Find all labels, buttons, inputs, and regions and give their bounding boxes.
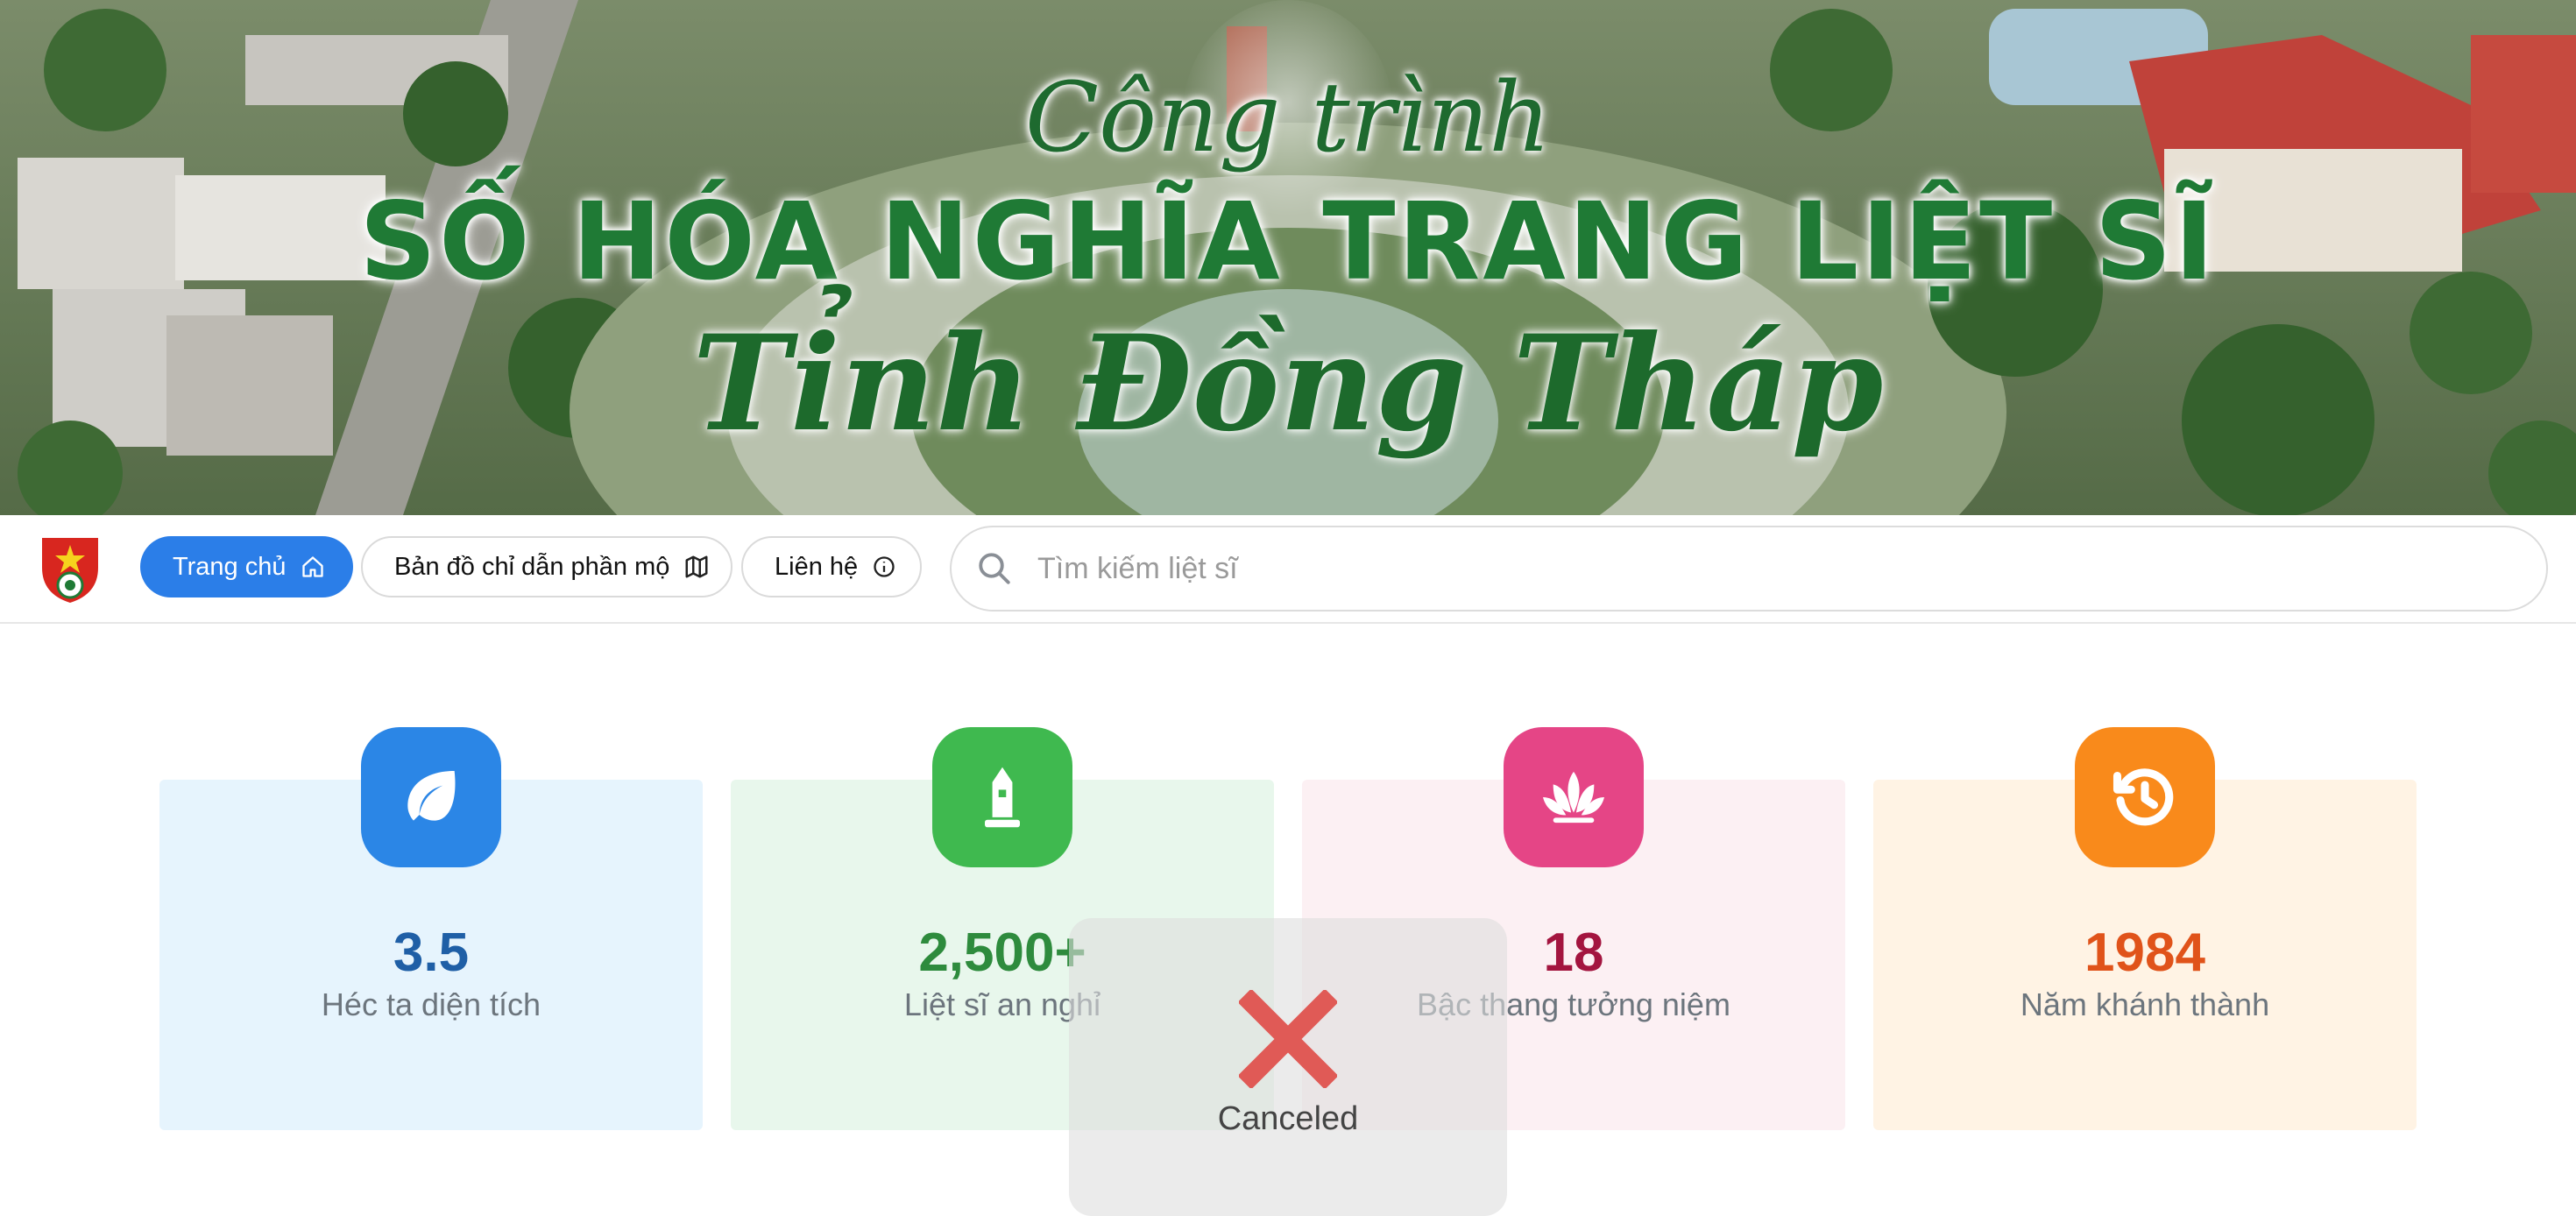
nav-contact-label: Liên hệ: [775, 552, 859, 581]
navbar: Trang chủ Bản đồ chỉ dẫn phần mộ Liên hệ: [0, 515, 2576, 624]
lotus-icon: [1504, 727, 1644, 867]
banner-title: SỐ HÓA NGHĨA TRANG LIỆT SĨ: [359, 180, 2217, 304]
search-icon: [976, 550, 1013, 587]
nav-map-button[interactable]: Bản đồ chỉ dẫn phần mộ: [361, 536, 732, 597]
info-icon: [872, 555, 896, 579]
canceled-text: Canceled: [1217, 1100, 1359, 1137]
stat-value-year: 1984: [2084, 923, 2205, 983]
monument-icon: [932, 727, 1072, 867]
home-icon: [301, 555, 325, 579]
nav-home-button[interactable]: Trang chủ: [140, 536, 353, 597]
banner-province: Tỉnh Đồng Tháp: [692, 307, 1884, 461]
stat-label-area: Héc ta diện tích: [321, 986, 541, 1022]
nav-contact-button[interactable]: Liên hệ: [741, 536, 922, 597]
history-icon: [2075, 727, 2215, 867]
leaf-icon: [361, 727, 501, 867]
map-icon: [683, 554, 710, 580]
canceled-toast: Canceled: [1069, 918, 1507, 1216]
search-input[interactable]: [1036, 550, 2485, 587]
stat-label-year: Năm khánh thành: [2020, 986, 2270, 1022]
youth-union-emblem-icon[interactable]: [39, 533, 102, 604]
nav-home-label: Trang chủ: [173, 552, 287, 581]
stat-value-area: 3.5: [393, 923, 470, 983]
cross-icon: [1237, 988, 1339, 1092]
hero-banner: Công trình SỐ HÓA NGHĨA TRANG LIỆT SĨ Tỉ…: [0, 0, 2576, 515]
nav-map-label: Bản đồ chỉ dẫn phần mộ: [394, 552, 670, 581]
search-bar[interactable]: [950, 526, 2548, 612]
banner-subtitle: Công trình: [1024, 61, 1552, 173]
